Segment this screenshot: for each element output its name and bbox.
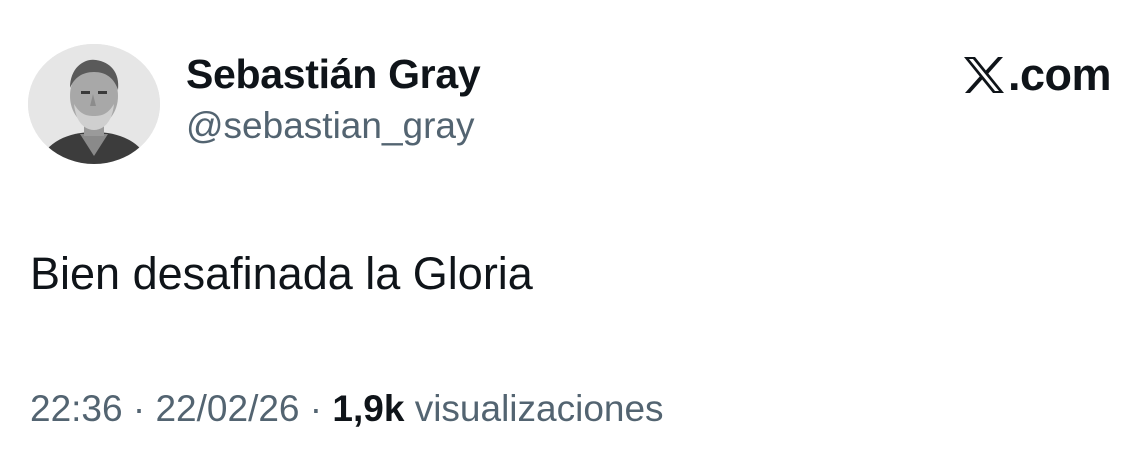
brand-logo: .com [962,49,1112,100]
author-display-name[interactable]: Sebastián Gray [186,50,481,98]
views-count: 1,9k [332,388,405,429]
meta-separator: · [132,388,146,429]
tweet-date[interactable]: 22/02/26 [155,388,299,429]
avatar[interactable] [28,44,160,164]
tweet-time[interactable]: 22:36 [30,388,123,429]
meta-separator: · [309,388,323,429]
views-label: visualizaciones [414,388,664,429]
author-handle[interactable]: @sebastian_gray [186,104,475,148]
avatar-photo [28,44,160,164]
brand-suffix: .com [1007,49,1112,100]
tweet-meta: 22:36 · 22/02/26 · 1,9k visualizaciones [30,386,664,432]
x-logo-icon [962,55,1006,95]
tweet-text: Bien desafinada la Gloria [30,248,533,299]
